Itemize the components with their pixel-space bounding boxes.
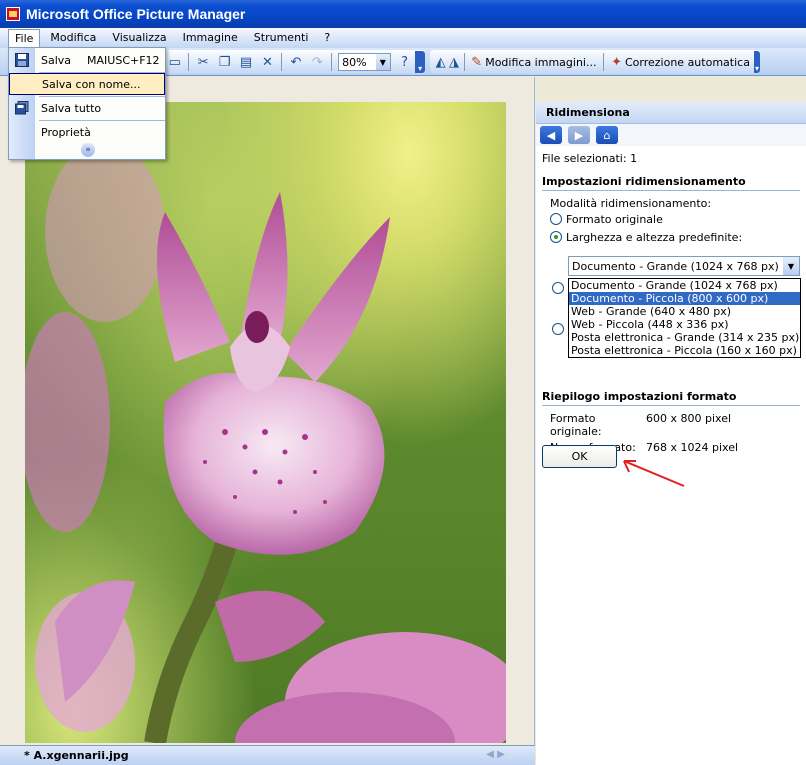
edit-pictures-icon: ✎ (471, 54, 483, 70)
edit-pictures-label: Modifica immagini... (485, 55, 597, 69)
orchid-photo (25, 102, 506, 743)
menu-strumenti[interactable]: Strumenti (248, 29, 315, 47)
help-icon[interactable]: ? (394, 52, 415, 72)
menu-item-save[interactable]: Salva MAIUSC+F12 (9, 49, 165, 71)
cut-icon[interactable]: ✂ (192, 52, 213, 72)
toolbar-separator (331, 53, 333, 71)
menu-item-save-all[interactable]: Salva tutto (9, 97, 165, 119)
radio-percentage[interactable] (552, 323, 564, 335)
file-menu: Salva MAIUSC+F12 Salva con nome... Salva… (8, 47, 166, 160)
menu-modifica[interactable]: Modifica (44, 29, 102, 47)
chevron-down-icon[interactable]: ▼ (783, 257, 799, 275)
app-icon (6, 7, 20, 21)
toolbar-separator (603, 53, 605, 71)
menu-visualizza[interactable]: Visualizza (106, 29, 172, 47)
rotate-right-icon[interactable]: ◮ (447, 52, 460, 72)
dropdown-option[interactable]: Web - Grande (640 x 480 px) (569, 305, 800, 318)
scroll-arrows[interactable]: ◀ ▶ (486, 749, 505, 760)
menu-immagine[interactable]: Immagine (177, 29, 244, 47)
orchid-illustration (25, 142, 506, 743)
dropdown-option[interactable]: Posta elettronica - Grande (314 x 235 px… (569, 331, 800, 344)
dropdown-option-selected[interactable]: Documento - Piccola (800 x 600 px) (569, 292, 800, 305)
auto-correct-label: Correzione automatica (624, 55, 750, 69)
summary-section: Riepilogo impostazioni formato Formato o… (536, 384, 806, 454)
dropdown-option[interactable]: Web - Piccola (448 x 336 px) (569, 318, 800, 331)
back-icon[interactable]: ◀ (540, 126, 562, 144)
copy-icon[interactable]: ❐ (214, 52, 235, 72)
task-pane: Ridimensiona ◀ ▶ ⌂ File selezionati: 1 I… (536, 102, 806, 765)
save-shortcut: MAIUSC+F12 (87, 53, 160, 67)
new-size-value: 768 x 1024 pixel (646, 441, 739, 454)
file-name: * A.xgennarii.jpg (24, 749, 129, 762)
menu-item-properties[interactable]: Proprietà (9, 121, 165, 143)
radio-custom-width[interactable] (552, 282, 564, 294)
delete-icon[interactable]: ✕ (257, 52, 278, 72)
undo-icon[interactable]: ↶ (285, 52, 306, 72)
window-title: Microsoft Office Picture Manager (26, 6, 246, 22)
task-pane-title: Ridimensiona (546, 106, 630, 119)
task-pane-nav: ◀ ▶ ⌂ (536, 124, 806, 146)
toolbar-separator (281, 53, 283, 71)
chevron-double-down-icon[interactable]: » (81, 143, 95, 157)
radio-predefined-label: Larghezza e altezza predefinite: (566, 230, 743, 244)
picture-toolbar: ◭ ◮ ✎ Modifica immagini... ✦ Correzione … (430, 50, 760, 74)
task-pane-header: Ridimensiona (536, 102, 806, 124)
preset-size-select[interactable]: Documento - Grande (1024 x 768 px) ▼ (568, 256, 800, 276)
selected-files: File selezionati: 1 (542, 152, 638, 165)
properties-label: Proprietà (41, 125, 91, 139)
preset-size-value: Documento - Grande (1024 x 768 px) (572, 259, 779, 273)
zoom-select[interactable]: 80% ▼ (338, 53, 391, 71)
toolbar-options-icon[interactable]: ▾ (753, 51, 760, 73)
rotate-left-icon[interactable]: ◭ (434, 52, 447, 72)
toolbar-separator (188, 53, 190, 71)
paste-icon[interactable]: ▤ (235, 52, 256, 72)
home-icon[interactable]: ⌂ (596, 126, 618, 144)
dropdown-option[interactable]: Posta elettronica - Piccola (160 x 160 p… (569, 344, 800, 357)
title-bar: Microsoft Office Picture Manager (0, 0, 806, 28)
menu-item-save-as[interactable]: Salva con nome... (9, 73, 165, 95)
ok-button[interactable]: OK (542, 445, 617, 468)
zoom-value: 80% (342, 55, 367, 69)
magic-wand-icon: ✦ (611, 54, 622, 70)
export-icon[interactable]: ▭ (164, 52, 185, 72)
preset-size-dropdown: Documento - Grande (1024 x 768 px) Docum… (568, 278, 801, 358)
menu-help[interactable]: ? (318, 29, 336, 47)
save-all-label: Salva tutto (41, 101, 102, 115)
annotation-arrow (623, 460, 685, 487)
chevron-down-icon[interactable]: ▼ (375, 54, 390, 70)
radio-predefined-row[interactable]: Larghezza e altezza predefinite: (536, 228, 806, 246)
summary-title: Riepilogo impostazioni formato (542, 390, 800, 406)
save-as-label: Salva con nome... (42, 77, 141, 91)
auto-correct-button[interactable]: ✦ Correzione automatica (607, 52, 754, 72)
standard-toolbar: ▭ ✂ ❐ ▤ ✕ ↶ ↷ 80% ▼ ? ▾ (160, 50, 426, 74)
original-size-row: Formato originale: 600 x 800 pixel (536, 412, 806, 438)
radio-predefined[interactable] (550, 231, 562, 243)
menu-bar: File Modifica Visualizza Immagine Strume… (0, 28, 806, 48)
toolbar-options-icon[interactable]: ▾ (415, 51, 426, 73)
redo-icon[interactable]: ↷ (307, 52, 328, 72)
resize-settings-title: Impostazioni ridimensionamento (542, 175, 800, 191)
save-label: Salva (41, 53, 72, 67)
dropdown-option[interactable]: Documento - Grande (1024 x 768 px) (569, 279, 800, 292)
resize-mode-label: Modalità ridimensionamento: (550, 197, 712, 210)
floppy-disk-icon (15, 53, 29, 67)
toolbar-separator (463, 53, 465, 71)
forward-icon[interactable]: ▶ (568, 126, 590, 144)
radio-original-row[interactable]: Formato originale (536, 210, 806, 228)
radio-original-label: Formato originale (566, 212, 663, 226)
filmstrip-bar: * A.xgennarii.jpg ◀ ▶ (0, 745, 535, 765)
edit-pictures-button[interactable]: ✎ Modifica immagini... (467, 52, 600, 72)
radio-original[interactable] (550, 213, 562, 225)
original-size-label: Formato originale: (550, 412, 602, 438)
menu-file[interactable]: File (8, 29, 41, 47)
save-all-icon (15, 101, 29, 115)
original-size-value: 600 x 800 pixel (646, 412, 732, 425)
